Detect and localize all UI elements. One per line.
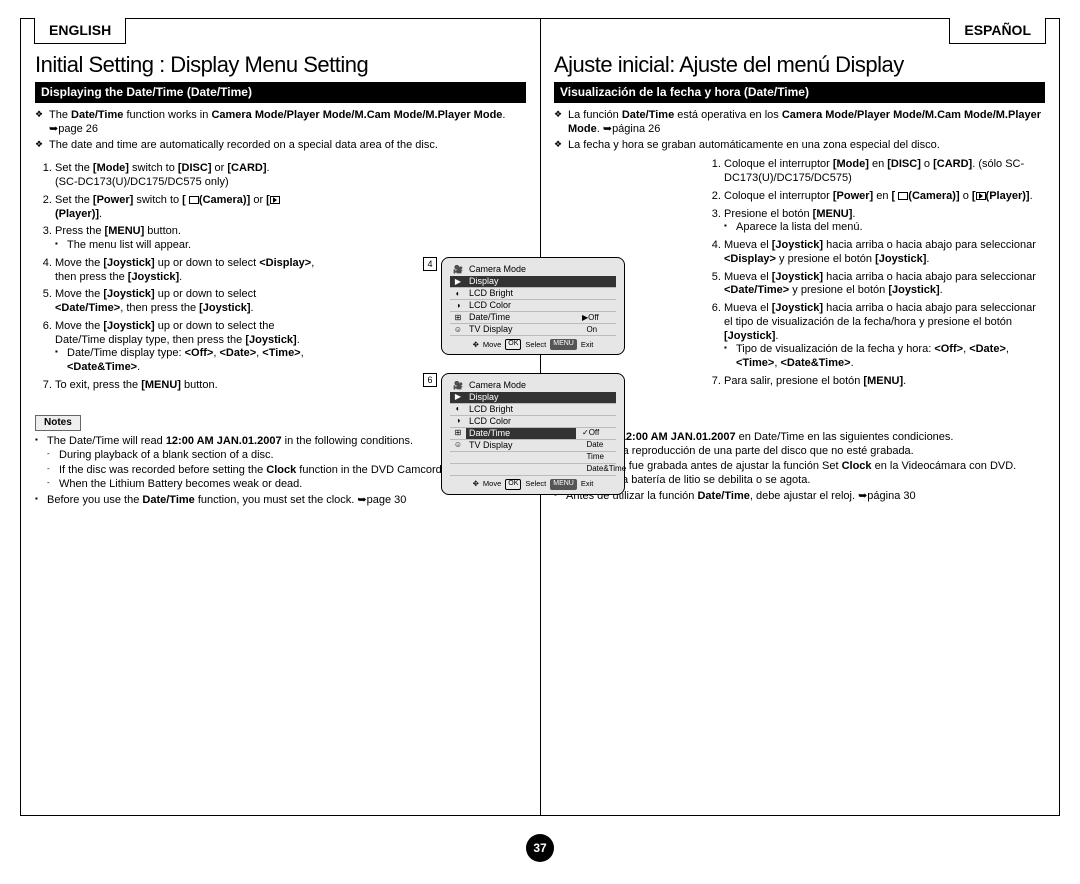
lcd-screen-4: 🎥Camera Mode ▶Display ◐LCD Bright ◑LCD C… (441, 257, 625, 355)
lang-label-en: ENGLISH (34, 18, 126, 44)
notes-label-en: Notes (35, 415, 81, 432)
steps-es: Coloque el interruptor [Mode] en [DISC] … (704, 158, 1045, 388)
title-en: Initial Setting : Display Menu Setting (35, 51, 526, 79)
figure-label-6: 6 (423, 373, 437, 387)
lcd-screen-6: 🎥Camera Mode ▶Display ◐LCD Bright ◑LCD C… (441, 373, 625, 495)
lcd-figures: 4 🎥Camera Mode ▶Display ◐LCD Bright ◑LCD… (441, 257, 639, 501)
title-es: Ajuste inicial: Ajuste del menú Display (554, 51, 1045, 79)
figure-label-4: 4 (423, 257, 437, 271)
steps-en: Set the [Mode] switch to [DISC] or [CARD… (35, 162, 316, 392)
page-number: 37 (526, 834, 554, 862)
manual-page: ENGLISH Initial Setting : Display Menu S… (20, 18, 1060, 816)
intro-en: The Date/Time function works in Camera M… (35, 109, 526, 152)
intro-es: La función Date/Time está operativa en l… (554, 109, 1045, 152)
section-en: Displaying the Date/Time (Date/Time) (35, 82, 526, 103)
lang-label-es: ESPAÑOL (949, 18, 1046, 44)
section-es: Visualización de la fecha y hora (Date/T… (554, 82, 1045, 103)
